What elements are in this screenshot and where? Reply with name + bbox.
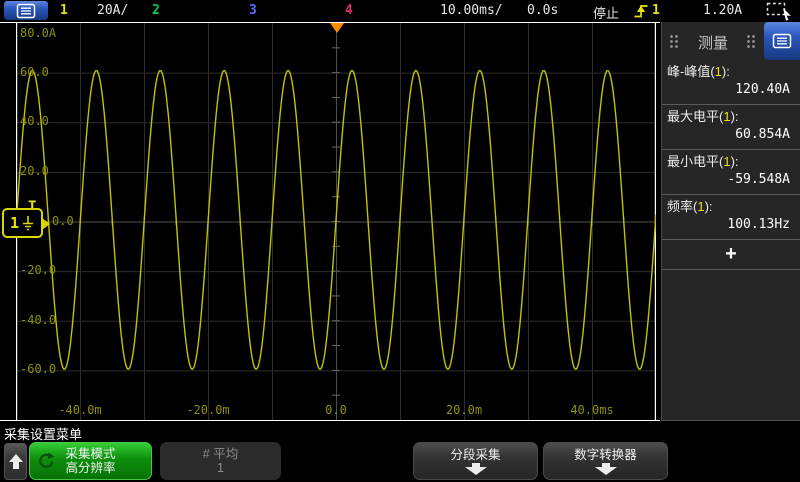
list-menu-icon xyxy=(772,33,792,49)
y-axis-label: -60.0 xyxy=(20,362,56,376)
measurement-row-peak-to-peak: 峰-峰值(1): 120.40A xyxy=(662,60,800,105)
main-menu-button[interactable] xyxy=(4,1,48,20)
channel-1-marker-label: 1 xyxy=(10,214,19,232)
menu-back-button[interactable] xyxy=(4,443,27,480)
measurement-value: 60.854A xyxy=(667,125,794,144)
channel-2-button[interactable]: 2 xyxy=(152,3,160,18)
acquire-mode-button[interactable]: 采集模式 高分辨率 xyxy=(29,442,152,480)
delay-readout[interactable]: 0.0s xyxy=(527,3,558,18)
trigger-slope-icon[interactable] xyxy=(633,2,649,20)
channel-3-button[interactable]: 3 xyxy=(249,3,257,18)
oscilloscope-screen: 1 20A/ 2 3 4 10.00ms/ 0.0s 停止 1 1.20A T … xyxy=(0,0,800,482)
channel-1-button[interactable]: 1 xyxy=(60,3,68,18)
graticule-and-waveform xyxy=(16,23,656,420)
trigger-level-readout[interactable]: 1.20A xyxy=(703,3,742,18)
y-axis-label: 20.0 xyxy=(20,164,49,178)
measurement-menu-button[interactable] xyxy=(764,22,800,60)
run-state-readout[interactable]: 停止 xyxy=(593,3,619,22)
cycle-icon xyxy=(37,452,55,470)
y-axis-label: -40.0 xyxy=(20,313,56,327)
y-axis-label: -20.0 xyxy=(20,263,56,277)
x-axis-label: -40.0m xyxy=(48,403,112,417)
down-arrow-icon xyxy=(465,463,487,475)
y-axis-label: 0.0 xyxy=(52,214,74,228)
add-measurement-button[interactable]: + xyxy=(662,240,800,270)
measurement-row-maximum: 最大电平(1): 60.854A xyxy=(662,105,800,150)
drag-grip-icon[interactable] xyxy=(746,34,756,48)
x-axis-label: 20.0m xyxy=(432,403,496,417)
timebase-readout[interactable]: 10.00ms/ xyxy=(440,3,503,18)
measurement-panel: 测量 峰-峰值(1): 120.40A 最大电平(1): 60.854A 最小电… xyxy=(661,22,800,421)
measurement-value: 100.13Hz xyxy=(667,215,794,234)
channel-4-button[interactable]: 4 xyxy=(345,3,353,18)
trigger-source-readout[interactable]: 1 xyxy=(652,3,660,18)
top-status-bar: 1 20A/ 2 3 4 10.00ms/ 0.0s 停止 1 1.20A xyxy=(0,0,800,22)
channel-1-ground-marker[interactable]: 1 xyxy=(2,208,43,238)
measurement-row-frequency: 频率(1): 100.13Hz xyxy=(662,195,800,240)
measurement-row-minimum: 最小电平(1): -59.548A xyxy=(662,150,800,195)
measurement-value: -59.548A xyxy=(667,170,794,189)
measurement-value: 120.40A xyxy=(667,80,794,99)
x-axis-label: -20.0m xyxy=(176,403,240,417)
channel-1-scale[interactable]: 20A/ xyxy=(97,3,128,18)
y-axis-label: 80.0A xyxy=(20,26,56,40)
digitizer-button[interactable]: 数字转换器 xyxy=(543,442,668,480)
softkey-menu-bar: 采集设置菜单 采集模式 高分辨率 # 平均 1 分段采集 数字转换器 xyxy=(0,422,800,482)
trigger-time-marker-icon[interactable] xyxy=(330,23,344,33)
segmented-acquire-button[interactable]: 分段采集 xyxy=(413,442,538,480)
list-menu-icon xyxy=(16,3,36,19)
y-axis-label: 40.0 xyxy=(20,114,49,128)
menu-title: 采集设置菜单 xyxy=(4,424,82,443)
measurement-panel-header: 测量 xyxy=(662,22,800,60)
channel-1-marker-arrow-icon xyxy=(42,218,50,230)
waveform-display-area: T 1 80.0A60.040.020.00.0-20.0-40.0-60.0 … xyxy=(0,22,660,421)
y-axis-label: 60.0 xyxy=(20,65,49,79)
down-arrow-icon xyxy=(595,463,617,475)
average-count-button[interactable]: # 平均 1 xyxy=(160,442,281,480)
x-axis-label: 0.0 xyxy=(304,403,368,417)
ground-icon xyxy=(21,215,35,232)
x-axis-label: 40.0ms xyxy=(560,403,624,417)
zoom-select-icon[interactable] xyxy=(766,1,794,21)
up-arrow-icon xyxy=(9,454,23,469)
